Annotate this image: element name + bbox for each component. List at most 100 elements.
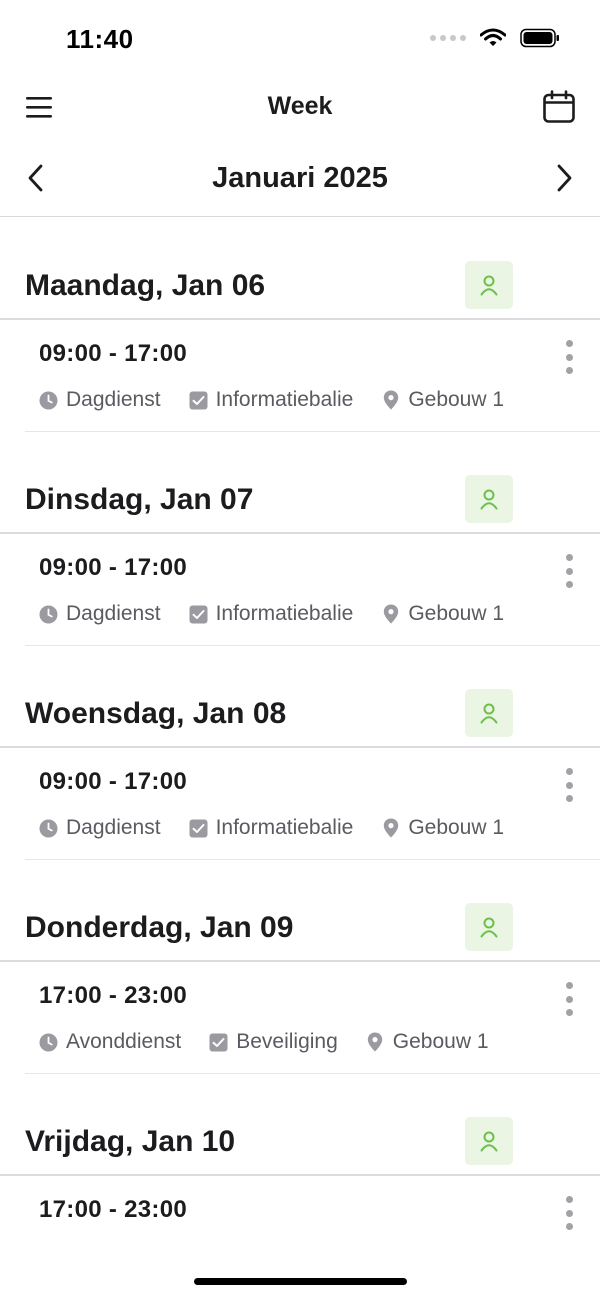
shift-card[interactable]: 17:00 - 23:00 bbox=[25, 1176, 600, 1288]
shift-type-label: Avonddienst bbox=[66, 1030, 182, 1053]
location-pin-icon bbox=[381, 604, 400, 624]
location-pin-icon bbox=[381, 390, 400, 410]
shift-type-label: Dagdienst bbox=[66, 602, 161, 625]
shift-type-label: Dagdienst bbox=[66, 816, 161, 839]
day-title: Donderdag, Jan 09 bbox=[25, 911, 294, 944]
day-title: Dinsdag, Jan 07 bbox=[25, 483, 254, 516]
page-title: Week bbox=[267, 92, 333, 120]
shift-task: Informatiebalie bbox=[189, 388, 354, 412]
clock-icon bbox=[39, 819, 58, 838]
assign-person-button[interactable] bbox=[465, 261, 513, 309]
month-navigation: Januari 2025 bbox=[0, 148, 600, 208]
more-vertical-icon bbox=[565, 554, 573, 561]
header: Week bbox=[0, 80, 600, 136]
location-pin-icon bbox=[381, 818, 400, 838]
checkbox-icon bbox=[189, 605, 208, 624]
signal-icon bbox=[430, 35, 466, 41]
wifi-icon bbox=[480, 28, 506, 46]
shift-task-label: Beveiliging bbox=[236, 1030, 338, 1053]
shift-time: 09:00 - 17:00 bbox=[39, 340, 187, 367]
shift-task: Beveiliging bbox=[209, 1030, 338, 1054]
shift-type: Dagdienst bbox=[39, 602, 161, 626]
shift-location: Gebouw 1 bbox=[381, 816, 504, 840]
person-icon bbox=[480, 489, 498, 510]
status-bar: 11:40 bbox=[0, 0, 600, 80]
shift-meta: Avonddienst Beveiliging Gebouw 1 bbox=[39, 1030, 517, 1054]
checkbox-icon bbox=[189, 819, 208, 838]
shift-location: Gebouw 1 bbox=[381, 602, 504, 626]
shift-location-label: Gebouw 1 bbox=[408, 816, 505, 839]
shift-card[interactable]: 17:00 - 23:00 Avonddienst Beveiliging Ge… bbox=[25, 962, 600, 1074]
shift-location: Gebouw 1 bbox=[381, 388, 504, 412]
shift-meta: Dagdienst Informatiebalie Gebouw 1 bbox=[39, 388, 532, 412]
day-title: Maandag, Jan 06 bbox=[25, 269, 266, 302]
status-time: 11:40 bbox=[66, 24, 134, 54]
more-options-button[interactable] bbox=[562, 340, 576, 374]
shift-card[interactable]: 09:00 - 17:00 Dagdienst Informatiebalie … bbox=[25, 320, 600, 432]
assign-person-button[interactable] bbox=[465, 689, 513, 737]
assign-person-button[interactable] bbox=[465, 475, 513, 523]
assign-person-button[interactable] bbox=[465, 1117, 513, 1165]
shift-meta: Dagdienst Informatiebalie Gebouw 1 bbox=[39, 602, 532, 626]
day-section: Maandag, Jan 06 09:00 - 17:00 Dagdienst … bbox=[0, 246, 600, 460]
shift-type: Avonddienst bbox=[39, 1030, 181, 1054]
shift-location-label: Gebouw 1 bbox=[408, 388, 505, 411]
month-title: Januari 2025 bbox=[212, 162, 388, 194]
person-icon bbox=[480, 703, 498, 724]
shift-time: 17:00 - 23:00 bbox=[39, 982, 187, 1009]
person-icon bbox=[480, 275, 498, 296]
day-section: Dinsdag, Jan 07 09:00 - 17:00 Dagdienst … bbox=[0, 460, 600, 674]
day-section: Woensdag, Jan 08 09:00 - 17:00 Dagdienst… bbox=[0, 674, 600, 888]
shift-type: Dagdienst bbox=[39, 388, 161, 412]
status-icons bbox=[430, 28, 560, 48]
shift-location-label: Gebouw 1 bbox=[408, 602, 505, 625]
shift-task-label: Informatiebalie bbox=[215, 602, 354, 625]
shift-card[interactable]: 09:00 - 17:00 Dagdienst Informatiebalie … bbox=[25, 748, 600, 860]
more-vertical-icon bbox=[565, 1196, 573, 1203]
checkbox-icon bbox=[189, 391, 208, 410]
location-pin-icon bbox=[366, 1032, 385, 1052]
more-vertical-icon bbox=[565, 768, 573, 775]
checkbox-icon bbox=[209, 1033, 228, 1052]
battery-icon bbox=[520, 28, 559, 48]
shift-time: 09:00 - 17:00 bbox=[39, 554, 187, 581]
shift-location-label: Gebouw 1 bbox=[392, 1030, 489, 1053]
day-header: Donderdag, Jan 09 bbox=[0, 903, 600, 961]
shift-type-label: Dagdienst bbox=[66, 388, 161, 411]
day-header: Dinsdag, Jan 07 bbox=[0, 475, 600, 533]
more-vertical-icon bbox=[565, 982, 573, 989]
calendar-button[interactable] bbox=[542, 90, 576, 124]
more-options-button[interactable] bbox=[562, 982, 576, 1016]
person-icon bbox=[480, 1131, 498, 1152]
more-options-button[interactable] bbox=[562, 1196, 576, 1230]
next-month-button[interactable] bbox=[550, 162, 578, 194]
clock-icon bbox=[39, 1033, 58, 1052]
shift-card[interactable]: 09:00 - 17:00 Dagdienst Informatiebalie … bbox=[25, 534, 600, 646]
person-icon bbox=[480, 917, 498, 938]
shift-task: Informatiebalie bbox=[189, 602, 354, 626]
day-title: Woensdag, Jan 08 bbox=[25, 697, 287, 730]
day-list: Maandag, Jan 06 09:00 - 17:00 Dagdienst … bbox=[0, 246, 600, 1299]
shift-meta: Dagdienst Informatiebalie Gebouw 1 bbox=[39, 816, 532, 840]
day-section: Donderdag, Jan 09 17:00 - 23:00 Avonddie… bbox=[0, 888, 600, 1102]
shift-task-label: Informatiebalie bbox=[215, 816, 354, 839]
day-header: Woensdag, Jan 08 bbox=[0, 689, 600, 747]
assign-person-button[interactable] bbox=[465, 903, 513, 951]
chevron-right-icon bbox=[557, 164, 572, 192]
clock-icon bbox=[39, 605, 58, 624]
shift-location: Gebouw 1 bbox=[366, 1030, 489, 1054]
day-section: Vrijdag, Jan 10 17:00 - 23:00 bbox=[0, 1102, 600, 1299]
more-options-button[interactable] bbox=[562, 554, 576, 588]
month-divider bbox=[0, 216, 600, 217]
shift-task: Informatiebalie bbox=[189, 816, 354, 840]
day-header: Maandag, Jan 06 bbox=[0, 261, 600, 319]
more-options-button[interactable] bbox=[562, 768, 576, 802]
shift-type: Dagdienst bbox=[39, 816, 161, 840]
shift-time: 17:00 - 23:00 bbox=[39, 1196, 187, 1223]
day-title: Vrijdag, Jan 10 bbox=[25, 1125, 236, 1158]
day-header: Vrijdag, Jan 10 bbox=[0, 1117, 600, 1175]
shift-task-label: Informatiebalie bbox=[215, 388, 354, 411]
calendar-icon bbox=[543, 90, 575, 123]
home-indicator bbox=[194, 1278, 407, 1285]
more-vertical-icon bbox=[565, 340, 573, 347]
